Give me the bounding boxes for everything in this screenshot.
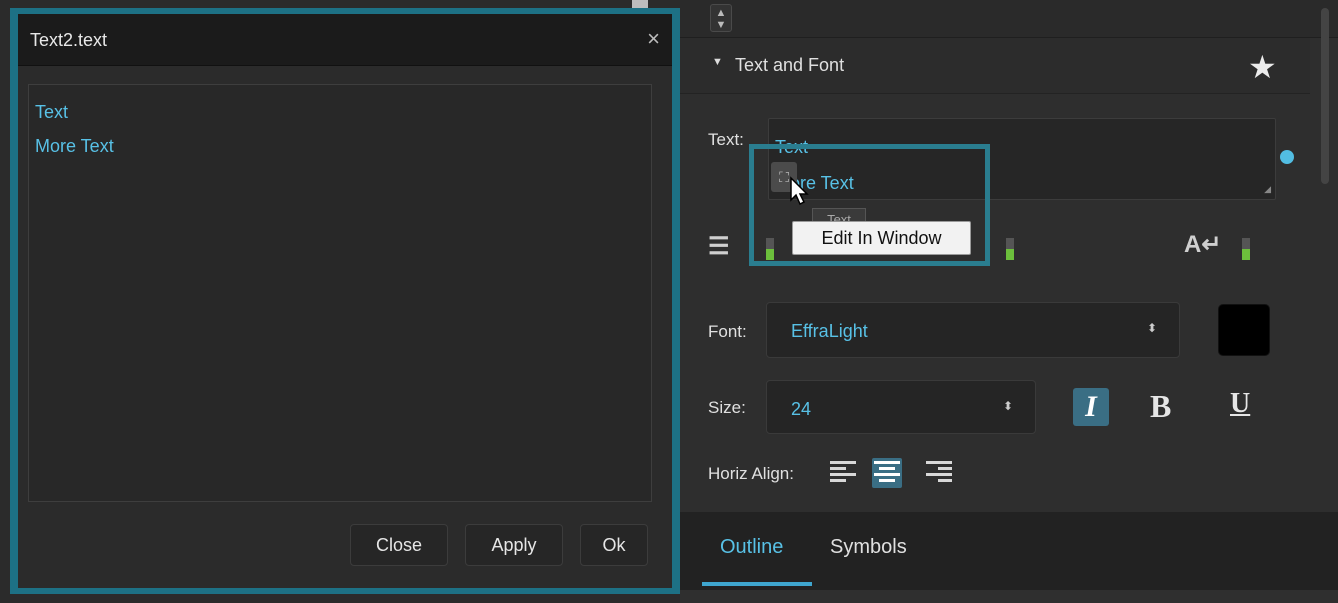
inspector-panel: ▲ ▼ ▼ Text and Font ★ Text: Text More Tex…	[680, 0, 1338, 603]
tab-symbols[interactable]: Symbols	[830, 536, 907, 559]
tab-outline[interactable]: Outline	[720, 536, 783, 559]
text-wrap-icon[interactable]: ☰	[708, 232, 730, 261]
ok-button[interactable]: Ok	[580, 524, 648, 566]
resize-handle-icon[interactable]: ◢	[1264, 184, 1271, 195]
dialog-frame: Text2.text × Text More Text Close Apply …	[10, 8, 680, 594]
dialog-title: Text2.text	[30, 30, 108, 50]
direction-state-indicator	[1242, 238, 1250, 260]
close-button[interactable]: Close	[350, 524, 448, 566]
font-label: Font:	[708, 322, 747, 341]
font-color-well[interactable]	[1218, 304, 1270, 356]
underline-button[interactable]: U	[1230, 388, 1250, 420]
text-and-font-section-header[interactable]: ▼ Text and Font ★	[680, 38, 1310, 94]
edit-in-window-tooltip: Edit In Window	[792, 221, 971, 255]
horiz-align-label: Horiz Align:	[708, 464, 794, 483]
editor-line-1: Text	[35, 102, 69, 122]
size-select[interactable]: 24 ⬍	[766, 380, 1036, 434]
scrollbar-thumb[interactable]	[1321, 8, 1329, 184]
inspector-top-strip: ▲ ▼	[680, 0, 1338, 38]
align-center-button[interactable]	[872, 458, 902, 488]
select-arrows-icon: ⬍	[1146, 321, 1157, 335]
text-label: Text:	[708, 130, 744, 149]
stepper-control[interactable]: ▲ ▼	[710, 4, 732, 32]
font-select[interactable]: EffraLight ⬍	[766, 302, 1180, 358]
text-direction-icon[interactable]: A↵	[1184, 230, 1221, 259]
apply-button[interactable]: Apply	[465, 524, 563, 566]
star-icon[interactable]: ★	[1248, 48, 1277, 86]
align-right-button[interactable]	[924, 458, 954, 488]
size-label: Size:	[708, 398, 746, 417]
text-edit-dialog: Text2.text × Text More Text Close Apply …	[18, 14, 672, 588]
section-title: Text and Font	[735, 55, 845, 75]
font-value: EffraLight	[791, 321, 868, 341]
bottom-strip	[680, 590, 1338, 603]
size-value: 24	[791, 399, 812, 419]
overflow-state-indicator	[1006, 238, 1014, 260]
bottom-tab-bar: Outline Symbols	[680, 512, 1338, 590]
mouse-cursor-icon	[790, 176, 809, 206]
disclosure-triangle-icon[interactable]: ▼	[712, 56, 723, 68]
align-left-button[interactable]	[828, 458, 858, 488]
editor-line-2: More Text	[35, 136, 114, 156]
bold-button[interactable]: B	[1150, 388, 1171, 425]
active-tab-indicator	[702, 582, 812, 586]
close-icon[interactable]: ×	[647, 26, 660, 52]
italic-button[interactable]: I	[1073, 388, 1109, 426]
select-arrows-icon: ⬍	[1002, 399, 1013, 413]
dialog-text-editor[interactable]: Text More Text	[28, 84, 652, 502]
dialog-titlebar[interactable]: Text2.text ×	[18, 14, 672, 66]
binding-indicator-dot[interactable]	[1280, 150, 1294, 164]
